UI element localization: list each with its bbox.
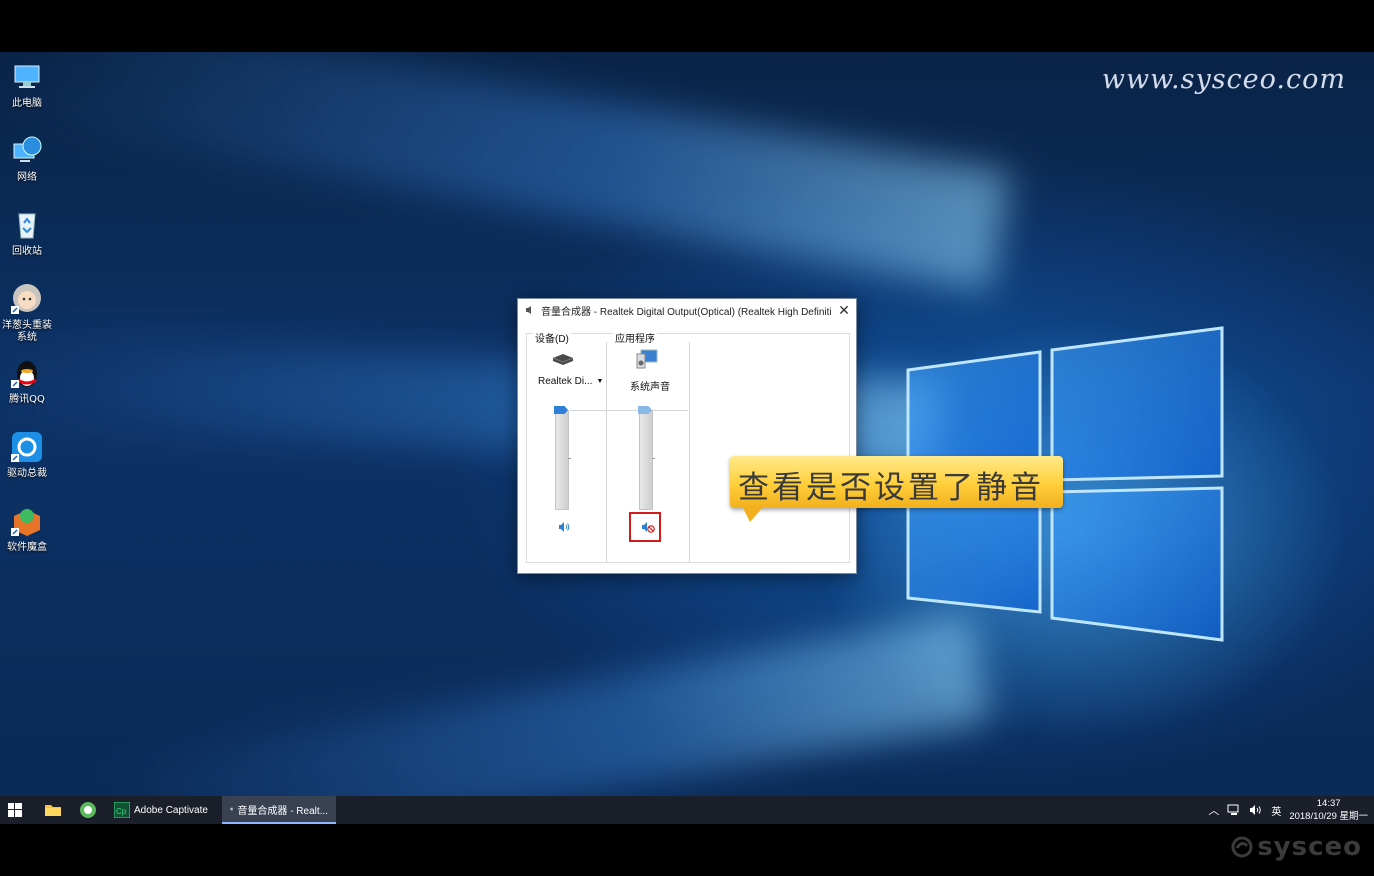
- speaker-icon: [559, 522, 570, 532]
- qq-icon: [10, 356, 44, 390]
- brand-watermark: sysceo: [1231, 832, 1362, 862]
- svg-text:Cp: Cp: [116, 807, 127, 816]
- taskbar-app-label: 音量合成器 - Realt...: [237, 805, 328, 817]
- watermark-url: www.sysceo.com: [1101, 64, 1346, 95]
- clock[interactable]: 14:37 2018/10/29 星期一: [1289, 797, 1368, 823]
- tutorial-callout: 查看是否设置了静音: [730, 456, 1063, 522]
- device-volume-track[interactable]: [555, 410, 569, 510]
- system-tray: ︿ 英 14:37 2018/10/29 星期一: [1208, 796, 1368, 824]
- brand-text: sysceo: [1257, 832, 1362, 862]
- taskbar-app-mixer[interactable]: 音量合成器 - Realt...: [222, 796, 336, 824]
- volume-mixer-window: 音量合成器 - Realtek Digital Output(Optical) …: [517, 298, 857, 574]
- network-tray-icon[interactable]: [1227, 804, 1241, 816]
- folder-icon: [45, 805, 61, 816]
- taskbar-app-captivate[interactable]: Cp Adobe Captivate: [106, 796, 216, 824]
- desktop-icon-driver[interactable]: 驱动总裁: [0, 430, 54, 480]
- speaker-icon: [526, 306, 531, 314]
- device-dropdown[interactable]: Realtek Di... ▼: [538, 376, 603, 387]
- network-icon: [10, 134, 44, 168]
- window-titlebar[interactable]: 音量合成器 - Realtek Digital Output(Optical) …: [518, 299, 856, 321]
- divider: [689, 342, 690, 562]
- desktop-icon-this-pc[interactable]: 此电脑: [0, 60, 54, 110]
- ime-indicator[interactable]: 英: [1271, 803, 1281, 818]
- captivate-icon: Cp: [114, 802, 130, 818]
- desktop-icon-recycle-bin[interactable]: 回收站: [0, 208, 54, 258]
- chevron-down-icon: ▼: [596, 378, 604, 385]
- taskbar-browser[interactable]: [79, 796, 97, 824]
- divider: [606, 342, 607, 562]
- desktop-icon-software-box[interactable]: 软件魔盒: [0, 504, 54, 554]
- driver-icon: [10, 430, 44, 464]
- system-sounds-icon: [636, 349, 658, 369]
- desktop-icon-qq[interactable]: 腾讯QQ: [0, 356, 54, 406]
- callout-text: 查看是否设置了静音: [738, 470, 1044, 506]
- app-volume-track[interactable]: [639, 410, 653, 510]
- callout-tail: [742, 506, 764, 522]
- apps-section-label: 应用程序: [613, 330, 657, 345]
- desktop-icon-label: 驱动总裁: [7, 468, 47, 479]
- start-button[interactable]: [8, 796, 22, 824]
- speaker-device-icon: [552, 354, 574, 365]
- chevron-up-icon[interactable]: ︿: [1208, 802, 1219, 818]
- volume-tray-icon[interactable]: [1249, 804, 1263, 816]
- tick: [568, 458, 571, 459]
- windows-start-icon: [8, 803, 22, 817]
- app-name: 系统声音: [630, 382, 670, 393]
- desktop-icon-label: 回收站: [12, 246, 42, 257]
- desktop-icon-label: 洋葱头重装系统: [2, 320, 52, 343]
- desktop-icon-onion-reinstall[interactable]: 洋葱头重装系统: [0, 282, 54, 344]
- close-button[interactable]: ✕: [832, 302, 856, 319]
- taskbar-file-explorer[interactable]: [44, 796, 62, 824]
- tick: [652, 458, 655, 459]
- taskbar: Cp Adobe Captivate 音量合成器 - Realt... ︿ 英 …: [0, 796, 1374, 824]
- device-mute-button[interactable]: [554, 517, 574, 537]
- volume-link-line: [570, 410, 688, 411]
- top-letterbox: [0, 0, 1374, 52]
- mixer-panel: 设备(D) 应用程序 Realtek Di... ▼ 系统声音: [526, 330, 850, 563]
- desktop-icon-label: 腾讯QQ: [9, 394, 45, 405]
- desktop-icon-network[interactable]: 网络: [0, 134, 54, 184]
- computer-icon: [10, 60, 44, 94]
- sysceo-logo-icon: [1231, 836, 1253, 858]
- device-section-label: 设备(D): [533, 330, 571, 345]
- desktop-icon-label: 网络: [17, 172, 37, 183]
- bottom-letterbox: [0, 824, 1374, 876]
- clock-date: 2018/10/29 星期一: [1289, 811, 1368, 822]
- desktop-icon-label: 软件魔盒: [7, 542, 47, 553]
- mute-highlight-box: [629, 512, 661, 542]
- device-name: Realtek Di...: [538, 376, 593, 387]
- browser-icon: [80, 802, 96, 818]
- software-box-icon: [10, 504, 44, 538]
- recycle-bin-icon: [10, 208, 44, 242]
- taskbar-app-label: Adobe Captivate: [134, 804, 208, 816]
- onion-reinstall-icon: [10, 282, 44, 316]
- clock-time: 14:37: [1316, 798, 1341, 809]
- mixer-icon: [230, 807, 234, 811]
- desktop-icon-label: 此电脑: [12, 98, 42, 109]
- window-title: 音量合成器 - Realtek Digital Output(Optical) …: [541, 306, 832, 318]
